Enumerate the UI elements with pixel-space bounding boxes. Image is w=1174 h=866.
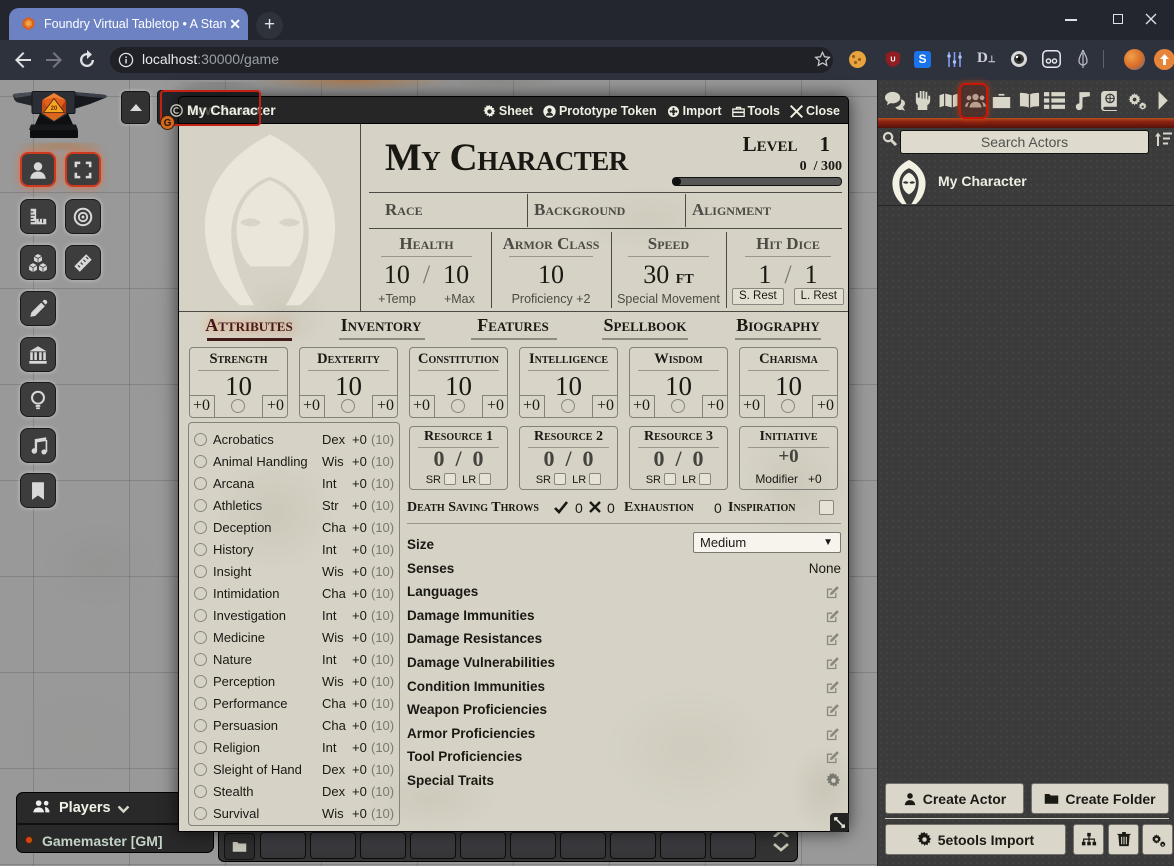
svg-text:U: U <box>890 55 895 64</box>
svg-text:20: 20 <box>51 106 58 112</box>
